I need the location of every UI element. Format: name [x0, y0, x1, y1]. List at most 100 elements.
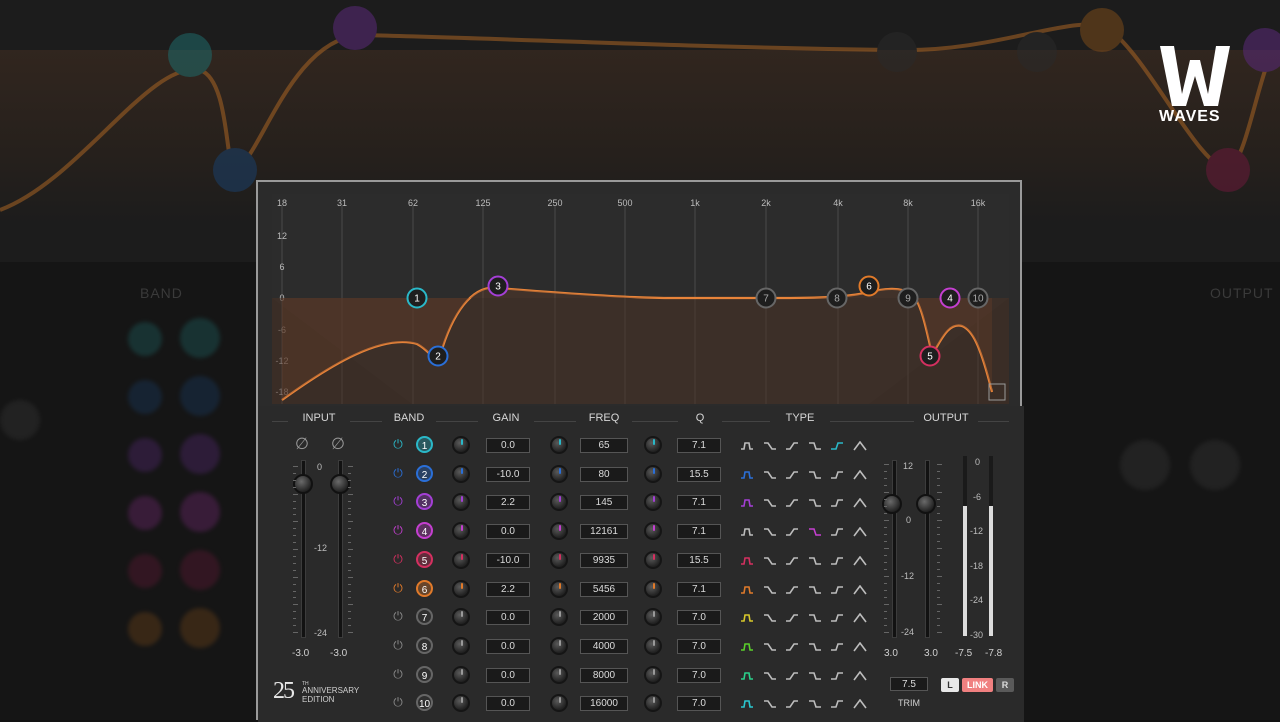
freq-knob[interactable] — [550, 579, 568, 598]
high-shelf-type-icon[interactable] — [763, 470, 777, 480]
low-cut-type-icon[interactable] — [808, 699, 822, 709]
peak-type-icon[interactable] — [853, 584, 867, 595]
band-select-button[interactable]: 2 — [416, 464, 433, 482]
low-shelf-type-icon[interactable] — [785, 671, 799, 681]
low-cut-type-icon[interactable] — [808, 441, 822, 451]
q-knob[interactable] — [644, 522, 662, 541]
high-shelf-type-icon[interactable] — [763, 585, 777, 595]
peak-type-icon[interactable] — [853, 699, 867, 709]
high-cut-type-icon[interactable] — [830, 441, 844, 451]
gain-value[interactable]: 2.2 — [486, 581, 530, 597]
freq-value[interactable]: 5456 — [580, 581, 628, 597]
link-button[interactable]: LINK — [962, 678, 993, 692]
peak-type-icon[interactable] — [853, 441, 867, 451]
gain-value[interactable]: 0.0 — [486, 438, 530, 453]
low-cut-type-icon[interactable] — [808, 556, 822, 566]
gain-knob[interactable] — [452, 493, 470, 512]
band-select-button[interactable]: 6 — [416, 579, 433, 597]
output-right-fader[interactable] — [916, 494, 936, 514]
high-cut-type-icon[interactable] — [830, 527, 844, 537]
peak-type-icon[interactable] — [853, 527, 867, 537]
eq-graph[interactable]: 1831621252505001k2k4k8k16k1260-6-12-1812… — [272, 194, 1009, 404]
q-value[interactable]: 7.1 — [677, 581, 721, 597]
band-power-icon[interactable]: ⏻ — [392, 696, 404, 708]
q-value[interactable]: 7.0 — [677, 696, 721, 712]
bell-type-icon[interactable] — [740, 556, 754, 566]
bell-type-icon[interactable] — [740, 642, 754, 652]
bell-type-icon[interactable] — [740, 470, 754, 480]
gain-knob[interactable] — [452, 550, 470, 569]
high-cut-type-icon[interactable] — [830, 642, 844, 652]
band-power-icon[interactable]: ⏻ — [392, 467, 404, 479]
freq-value[interactable]: 4000 — [580, 638, 628, 654]
bell-type-icon[interactable] — [740, 527, 754, 537]
bell-type-icon[interactable] — [740, 498, 754, 508]
high-cut-type-icon[interactable] — [830, 671, 844, 681]
q-value[interactable]: 7.0 — [677, 667, 721, 683]
freq-knob[interactable] — [550, 436, 568, 454]
bell-type-icon[interactable] — [740, 441, 754, 451]
q-knob[interactable] — [644, 550, 662, 569]
low-shelf-type-icon[interactable] — [785, 527, 799, 537]
freq-knob[interactable] — [550, 665, 568, 684]
gain-knob[interactable] — [452, 464, 470, 483]
low-cut-type-icon[interactable] — [808, 613, 822, 623]
phase-invert-left-icon[interactable]: ∅ — [295, 434, 309, 454]
q-value[interactable]: 15.5 — [677, 466, 721, 482]
high-shelf-type-icon[interactable] — [763, 642, 777, 652]
band-power-icon[interactable]: ⏻ — [392, 610, 404, 622]
freq-knob[interactable] — [550, 608, 568, 627]
link-right-button[interactable]: R — [996, 678, 1014, 692]
link-left-button[interactable]: L — [941, 678, 959, 692]
freq-value[interactable]: 9935 — [580, 552, 628, 568]
q-value[interactable]: 7.1 — [677, 438, 721, 453]
trim-value[interactable]: 7.5 — [890, 677, 928, 691]
q-knob[interactable] — [644, 436, 662, 454]
output-left-fader-track[interactable] — [892, 460, 897, 638]
band-select-button[interactable]: 3 — [416, 493, 433, 511]
peak-type-icon[interactable] — [853, 469, 867, 480]
q-knob[interactable] — [644, 636, 662, 655]
band-select-button[interactable]: 5 — [416, 550, 433, 568]
peak-type-icon[interactable] — [853, 498, 867, 508]
band-power-icon[interactable]: ⏻ — [392, 553, 404, 565]
band-select-button[interactable]: 7 — [416, 608, 433, 626]
gain-value[interactable]: -10.0 — [486, 552, 530, 568]
high-cut-type-icon[interactable] — [830, 470, 844, 480]
low-shelf-type-icon[interactable] — [785, 642, 799, 652]
q-knob[interactable] — [644, 608, 662, 627]
freq-knob[interactable] — [550, 550, 568, 569]
high-shelf-type-icon[interactable] — [763, 699, 777, 709]
peak-type-icon[interactable] — [853, 641, 867, 652]
band-power-icon[interactable]: ⏻ — [392, 668, 404, 680]
high-cut-type-icon[interactable] — [830, 585, 844, 595]
input-left-fader[interactable] — [293, 474, 313, 494]
freq-value[interactable]: 12161 — [580, 524, 628, 540]
q-value[interactable]: 7.0 — [677, 638, 721, 654]
low-shelf-type-icon[interactable] — [785, 585, 799, 595]
band-select-button[interactable]: 9 — [416, 665, 433, 683]
gain-value[interactable]: -10.0 — [486, 466, 530, 482]
gain-knob[interactable] — [452, 694, 470, 713]
peak-type-icon[interactable] — [853, 670, 867, 681]
high-cut-type-icon[interactable] — [830, 498, 844, 508]
band-power-icon[interactable]: ⏻ — [392, 438, 404, 450]
q-value[interactable]: 15.5 — [677, 552, 721, 568]
freq-knob[interactable] — [550, 464, 568, 483]
high-cut-type-icon[interactable] — [830, 613, 844, 623]
band-power-icon[interactable]: ⏻ — [392, 582, 404, 594]
peak-type-icon[interactable] — [853, 555, 867, 566]
low-shelf-type-icon[interactable] — [785, 498, 799, 508]
gain-value[interactable]: 0.0 — [486, 638, 530, 654]
low-cut-type-icon[interactable] — [808, 671, 822, 681]
gain-knob[interactable] — [452, 608, 470, 627]
freq-value[interactable]: 8000 — [580, 667, 628, 683]
band-select-button[interactable]: 8 — [416, 636, 433, 654]
band-power-icon[interactable]: ⏻ — [392, 524, 404, 536]
low-shelf-type-icon[interactable] — [785, 613, 799, 623]
low-shelf-type-icon[interactable] — [785, 699, 799, 709]
gain-value[interactable]: 0.0 — [486, 667, 530, 683]
high-shelf-type-icon[interactable] — [763, 498, 777, 508]
freq-value[interactable]: 145 — [580, 495, 628, 511]
freq-knob[interactable] — [550, 636, 568, 655]
